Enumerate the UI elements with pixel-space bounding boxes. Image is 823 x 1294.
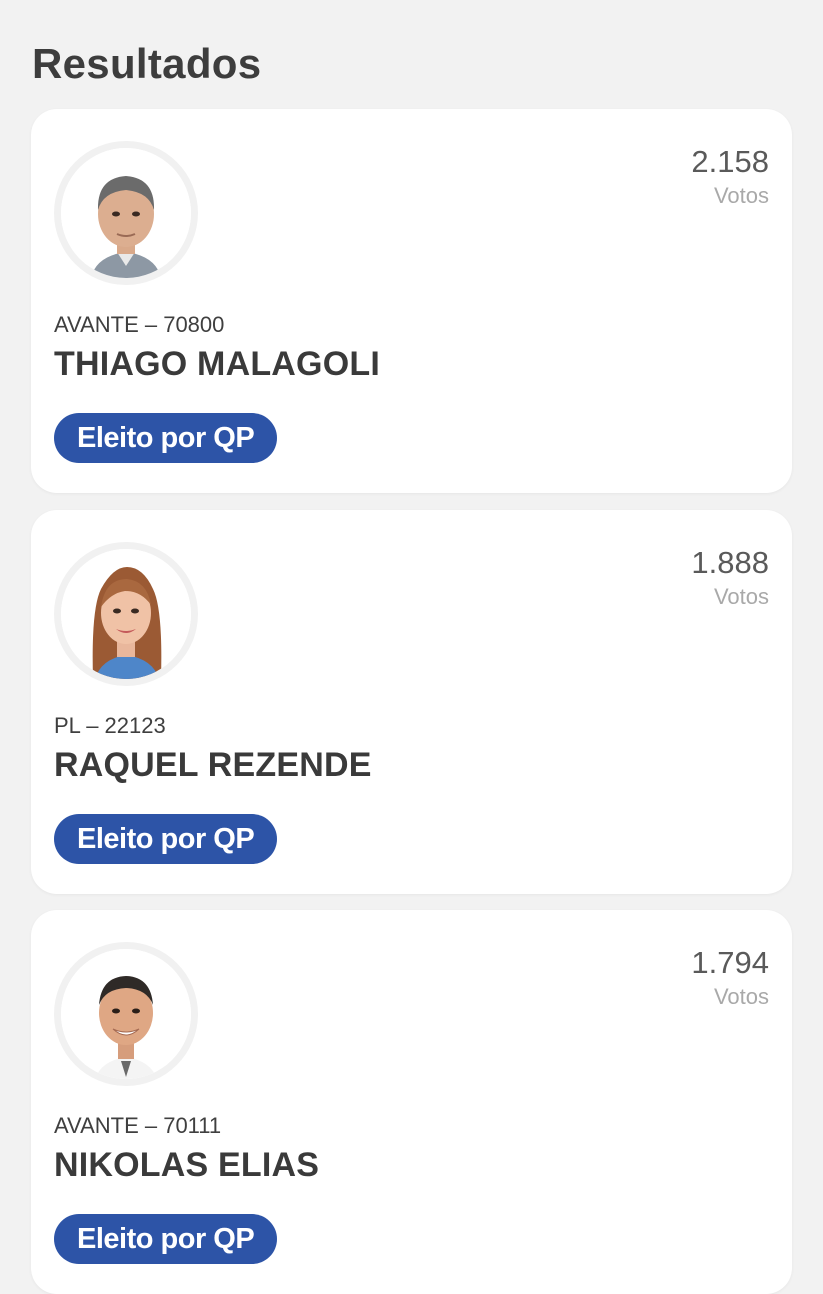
- results-page: Resultados 2.158 Votos AVANTE – 70800 TH…: [0, 0, 823, 1294]
- votes-count: 1.888: [691, 545, 769, 580]
- candidate-photo-icon: [61, 949, 191, 1079]
- party-number: PL – 22123: [54, 713, 166, 738]
- votes-count: 2.158: [691, 144, 769, 179]
- candidate-photo-icon: [61, 148, 191, 278]
- status-badge: Eleito por QP: [54, 413, 278, 463]
- votes-label: Votos: [713, 584, 769, 610]
- avatar: [54, 942, 198, 1086]
- status-badge: Eleito por QP: [54, 1214, 278, 1264]
- candidate-name: THIAGO MALAGOLI: [54, 345, 380, 383]
- votes-block: 1.888 Votos: [691, 545, 769, 610]
- candidate-photo-icon: [61, 549, 191, 679]
- candidate-card[interactable]: 1.794 Votos AVANTE – 70111 NIKOLAS ELIAS…: [31, 910, 792, 1294]
- avatar: [54, 542, 198, 686]
- avatar: [54, 141, 198, 285]
- status-badge: Eleito por QP: [54, 814, 278, 864]
- candidate-card[interactable]: 2.158 Votos AVANTE – 70800 THIAGO MALAGO…: [31, 109, 792, 493]
- candidate-name: RAQUEL REZENDE: [54, 746, 372, 784]
- page-title: Resultados: [32, 40, 262, 87]
- candidate-card[interactable]: 1.888 Votos PL – 22123 RAQUEL REZENDE El…: [31, 510, 792, 894]
- votes-label: Votos: [713, 984, 769, 1010]
- votes-label: Votos: [713, 183, 769, 209]
- votes-count: 1.794: [691, 945, 769, 980]
- candidate-name: NIKOLAS ELIAS: [54, 1146, 320, 1184]
- party-number: AVANTE – 70111: [54, 1113, 222, 1138]
- party-number: AVANTE – 70800: [54, 312, 225, 337]
- votes-block: 1.794 Votos: [691, 945, 769, 1010]
- votes-block: 2.158 Votos: [691, 144, 769, 209]
